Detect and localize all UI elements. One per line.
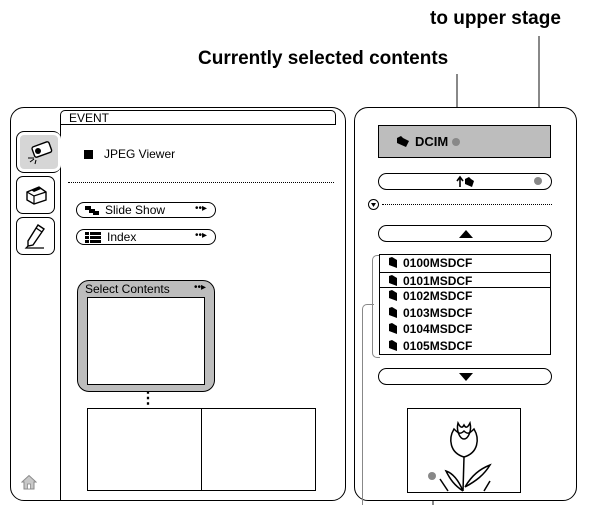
triangle-up-icon xyxy=(459,230,473,238)
arrow-icon: ••▸ xyxy=(193,282,206,293)
scroll-down-button[interactable] xyxy=(378,368,552,385)
callout-dot xyxy=(452,138,460,146)
current-folder-box[interactable]: DCIM xyxy=(378,125,551,158)
folder-icon xyxy=(389,323,397,334)
slide-show-button[interactable]: Slide Show ••▸ xyxy=(76,202,216,218)
leader-line-list xyxy=(362,304,374,505)
folder-list-item[interactable]: 0105MSDCF xyxy=(380,338,550,355)
side-tab-printer[interactable] xyxy=(16,176,55,214)
index-label: Index xyxy=(107,230,137,244)
arrow-icon: ••▸ xyxy=(194,203,207,214)
thumbnail-preview xyxy=(407,408,521,493)
select-contents-label: Select Contents xyxy=(85,282,170,296)
select-contents-preview xyxy=(87,297,205,385)
expand-circle-icon[interactable] xyxy=(368,199,379,210)
folder-name: 0103MSDCF xyxy=(403,305,473,320)
folder-list: 0100MSDCF 0101MSDCF 0102MSDCF 0103MSDCF 0104… xyxy=(379,254,551,355)
folder-name: 0102MSDCF xyxy=(403,289,473,303)
event-tab-label: EVENT xyxy=(69,111,110,125)
side-tab-projector[interactable] xyxy=(16,131,61,173)
event-tab[interactable]: EVENT xyxy=(60,110,336,125)
up-folder-icon xyxy=(456,175,474,187)
folder-name: 0100MSDCF xyxy=(403,256,473,270)
folder-icon xyxy=(389,257,397,268)
triangle-down-icon xyxy=(459,373,473,381)
tulip-image xyxy=(439,420,492,492)
folder-list-item[interactable]: 0100MSDCF xyxy=(380,255,550,272)
callout-dot xyxy=(534,177,542,185)
content-slot-left[interactable] xyxy=(87,408,202,491)
side-tab-pen[interactable] xyxy=(16,217,55,255)
folder-name: 0104MSDCF xyxy=(403,322,473,336)
folder-name: 0105MSDCF xyxy=(403,338,473,353)
folder-icon xyxy=(389,290,397,301)
slideshow-icon xyxy=(85,206,99,215)
pen-icon xyxy=(24,224,45,249)
folder-icon xyxy=(389,339,397,351)
ellipsis-icon: ⋮ xyxy=(140,390,156,407)
content-slot-right[interactable] xyxy=(201,408,316,491)
viewer-bullet-icon xyxy=(84,150,93,159)
scroll-up-button[interactable] xyxy=(378,225,552,242)
folder-list-item[interactable]: 0104MSDCF xyxy=(380,321,550,338)
home-icon[interactable] xyxy=(20,474,38,490)
callout-currently-selected: Currently selected contents xyxy=(198,48,449,69)
callout-to-upper-stage: to upper stage xyxy=(430,8,561,29)
projector-icon xyxy=(28,141,53,165)
index-grid-icon xyxy=(85,232,101,243)
folder-list-item[interactable]: 0101MSDCF xyxy=(380,271,550,288)
callout-dot xyxy=(428,472,436,480)
folder-list-item[interactable]: 0102MSDCF xyxy=(380,288,550,305)
select-contents-box[interactable]: Select Contents ••▸ xyxy=(77,280,215,392)
tree-dotted-line xyxy=(382,204,552,205)
folder-name: 0101MSDCF xyxy=(403,273,473,288)
index-button[interactable]: Index ••▸ xyxy=(76,229,216,245)
folder-icon xyxy=(389,306,397,318)
arrow-icon: ••▸ xyxy=(194,230,207,241)
printer-icon xyxy=(26,186,47,205)
slide-show-label: Slide Show xyxy=(105,203,166,217)
upper-stage-button[interactable] xyxy=(378,173,552,190)
folder-icon xyxy=(397,136,409,147)
folder-icon xyxy=(389,274,397,286)
divider xyxy=(68,182,334,183)
viewer-label: JPEG Viewer xyxy=(104,147,176,161)
current-folder-label: DCIM xyxy=(415,134,449,149)
folder-list-item[interactable]: 0103MSDCF xyxy=(380,305,550,322)
